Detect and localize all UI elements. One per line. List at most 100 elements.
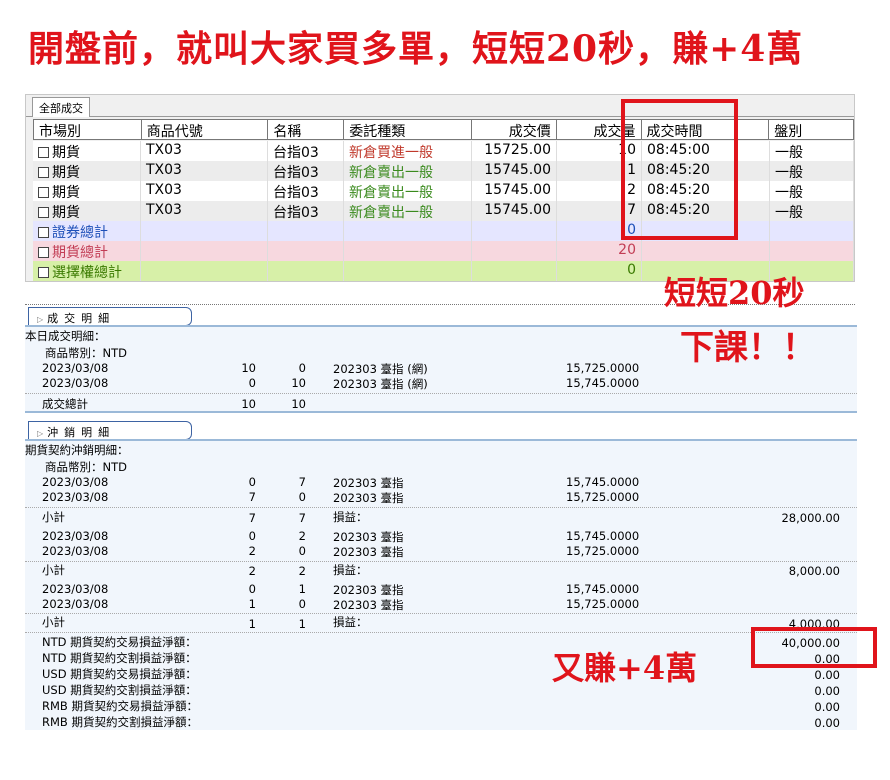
price-cell: 15725.00: [472, 141, 557, 161]
market-cell: 期貨: [52, 145, 80, 161]
offset-price: 15,725.0000: [566, 597, 640, 611]
name-cell: 台指03: [268, 161, 344, 181]
deal-total-sell: 10: [291, 397, 306, 411]
tab-all-trades[interactable]: 全部成交: [32, 97, 90, 117]
net-label: NTD 期貨契約交易損益淨額：: [42, 635, 197, 649]
type-cell: 新倉賣出一般: [344, 181, 472, 201]
col-price[interactable]: 成交價: [472, 120, 557, 139]
note-earn-again: 又賺+4萬: [552, 649, 698, 687]
net-value: 0.00: [814, 684, 840, 698]
deal-date: 2023/03/08: [42, 376, 109, 390]
name-cell: 台指03: [268, 181, 344, 201]
deal-total-label: 成交總計: [42, 397, 88, 411]
row-checkbox[interactable]: [38, 167, 49, 178]
net-label: NTD 期貨契約交割損益淨額：: [42, 651, 197, 665]
triangle-icon: ▷: [37, 315, 44, 324]
name-cell: 台指03: [268, 201, 344, 221]
offset-buy-qty: 1: [248, 597, 256, 611]
col-order-type[interactable]: 委託種類: [344, 120, 472, 139]
deal-buy-qty: 10: [241, 361, 256, 375]
row-checkbox[interactable]: [38, 247, 49, 258]
subtotal-buy: 1: [248, 617, 256, 631]
offset-buy-qty: 0: [248, 475, 256, 489]
deal-price: 15,745.0000: [566, 376, 640, 390]
offset-product: 202303 臺指: [333, 583, 404, 597]
subtotal-sell: 7: [298, 511, 306, 525]
net-rule: [25, 632, 857, 633]
offset-price: 15,745.0000: [566, 582, 640, 596]
deal-sell-qty: 0: [298, 361, 306, 375]
deal-detail-tab-label: 成交明細: [47, 312, 116, 325]
offset-product: 202303 臺指: [333, 476, 404, 490]
code-cell: TX03: [141, 161, 268, 181]
offset-price: 15,745.0000: [566, 475, 640, 489]
col-market[interactable]: 市場別: [34, 120, 142, 139]
price-cell: 15745.00: [472, 201, 557, 221]
offset-product: 202303 臺指: [333, 530, 404, 544]
price-cell: 15745.00: [472, 181, 557, 201]
net-label: USD 期貨契約交易損益淨額：: [42, 667, 197, 681]
subtotal-sell: 2: [298, 564, 306, 578]
subtotal-buy: 7: [248, 511, 256, 525]
offset-date: 2023/03/08: [42, 597, 109, 611]
pnl-value: 28,000.00: [781, 511, 840, 525]
session-cell: 一般: [770, 181, 854, 201]
session-cell: 一般: [770, 201, 854, 221]
row-checkbox[interactable]: [38, 147, 49, 158]
note-class-over: 下課！！: [680, 328, 816, 368]
offset-buy-qty: 7: [248, 490, 256, 504]
pnl-label: 損益：: [333, 563, 368, 577]
offset-sell-qty: 0: [298, 490, 306, 504]
offset-date: 2023/03/08: [42, 529, 109, 543]
col-session[interactable]: 盤別: [769, 120, 853, 139]
offset-detail-tab[interactable]: ▷ 沖銷明細: [28, 421, 192, 440]
offset-sell-qty: 0: [298, 544, 306, 558]
offset-price: 15,745.0000: [566, 529, 640, 543]
row-checkbox[interactable]: [38, 207, 49, 218]
market-cell: 期貨: [52, 205, 80, 221]
profit-highlight-box: [751, 627, 877, 668]
deal-sell-qty: 10: [291, 376, 306, 390]
deal-detail-heading: 本日成交明細：: [25, 329, 106, 343]
section-rule: [25, 411, 857, 413]
pnl-label: 損益：: [333, 615, 368, 629]
type-cell: 新倉賣出一般: [344, 201, 472, 221]
note-twenty-seconds: 短短20秒: [664, 274, 805, 312]
subtotal-buy: 2: [248, 564, 256, 578]
total-label: 期貨總計: [52, 245, 108, 261]
type-cell: 新倉賣出一般: [344, 161, 472, 181]
deal-date: 2023/03/08: [42, 361, 109, 375]
subtotal-sell: 1: [298, 617, 306, 631]
code-cell: TX03: [141, 201, 268, 221]
net-value: 0.00: [814, 700, 840, 714]
offset-buy-qty: 0: [248, 582, 256, 596]
row-checkbox[interactable]: [38, 267, 49, 278]
deal-price: 15,725.0000: [566, 361, 640, 375]
offset-price: 15,725.0000: [566, 544, 640, 558]
market-cell: 期貨: [52, 185, 80, 201]
type-cell: 新倉買進一般: [344, 141, 472, 161]
offset-sell-qty: 2: [298, 529, 306, 543]
pnl-value: 8,000.00: [788, 564, 840, 578]
offset-price: 15,725.0000: [566, 490, 640, 504]
offset-buy-qty: 2: [248, 544, 256, 558]
subtotal-label: 小計: [42, 563, 65, 577]
session-cell: 一般: [770, 141, 854, 161]
time-highlight-box: [621, 99, 738, 240]
offset-product: 202303 臺指: [333, 491, 404, 505]
net-label: RMB 期貨契約交割損益淨額：: [42, 715, 198, 729]
row-checkbox[interactable]: [38, 187, 49, 198]
offset-date: 2023/03/08: [42, 544, 109, 558]
deal-detail-tab[interactable]: ▷ 成交明細: [28, 307, 192, 326]
total-qty: 20: [557, 241, 642, 261]
code-cell: TX03: [141, 141, 268, 161]
price-cell: 15745.00: [472, 161, 557, 181]
col-name[interactable]: 名稱: [268, 120, 345, 139]
col-code[interactable]: 商品代號: [142, 120, 269, 139]
futures-total-row[interactable]: 期貨總計 20: [33, 241, 854, 261]
subtotal-rule: [25, 613, 857, 614]
deal-product: 202303 臺指 (網): [333, 362, 428, 376]
row-checkbox[interactable]: [38, 227, 49, 238]
offset-detail-tab-label: 沖銷明細: [47, 426, 116, 439]
currency-label: 商品幣別：NTD: [45, 460, 127, 474]
